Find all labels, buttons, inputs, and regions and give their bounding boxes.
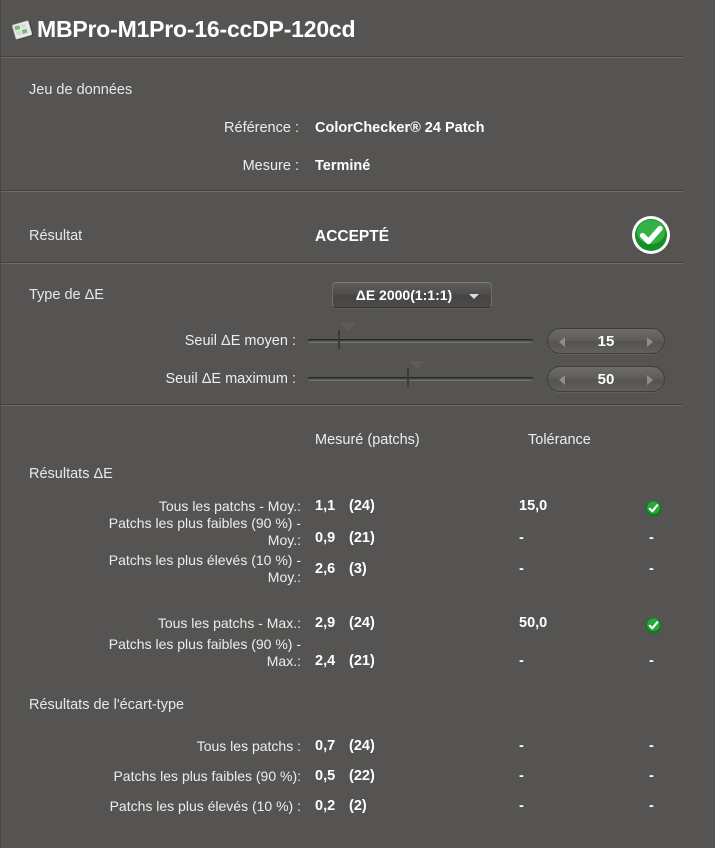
table-row-measured: 1,1 (24)	[315, 498, 375, 514]
mean-threshold-slider[interactable]	[308, 323, 533, 351]
table-row-label-line1: Patchs les plus faibles (90 %) -	[108, 636, 301, 652]
table-row-tolerance: -	[519, 768, 524, 784]
table-row-label-line1: Patchs les plus élevés (10 %) -	[108, 552, 301, 568]
table-row-measured: 2,4 (21)	[315, 653, 375, 669]
page-title: MBPro-M1Pro-16-ccDP-120cd	[37, 16, 356, 42]
table-row-status: -	[649, 798, 654, 814]
green-check-badge-icon	[630, 214, 672, 256]
table-row-label: Patchs les plus faibles (90 %):	[113, 768, 301, 784]
stepper-decrement-icon[interactable]	[559, 337, 565, 347]
table-row-label-line2: Moy.:	[267, 569, 301, 585]
max-threshold-slider[interactable]	[308, 361, 533, 389]
slider-thumb[interactable]	[407, 361, 425, 389]
measured-count: (21)	[349, 530, 375, 546]
table-row-measured: 2,9 (24)	[315, 615, 375, 631]
group-label-de: Résultats ΔE	[29, 466, 113, 482]
table-row-status: -	[649, 768, 654, 784]
max-threshold-value: 50	[597, 370, 615, 388]
measured-value: 2,6	[315, 561, 336, 577]
table-row-tolerance: -	[519, 738, 524, 754]
table-row-label: Tous les patchs - Max.:	[157, 615, 301, 631]
separator-result	[1, 262, 683, 264]
table-row-tolerance: -	[519, 798, 524, 814]
table-row-label: Patchs les plus élevés (10 %) - Moy.:	[21, 552, 301, 586]
measured-value: 2,4	[315, 653, 336, 669]
table-row-tolerance: -	[519, 530, 524, 546]
table-row-tolerance: -	[519, 561, 524, 577]
stepper-increment-icon[interactable]	[647, 375, 653, 385]
green-check-mini-icon	[645, 617, 662, 634]
slider-thumb[interactable]	[338, 323, 356, 351]
table-row-measured: 2,6 (3)	[315, 561, 367, 577]
result-value: ACCEPTÉ	[315, 228, 390, 245]
measured-count: (24)	[349, 615, 375, 631]
table-row-status: -	[649, 653, 654, 669]
table-row-label-line2: Moy.:	[267, 532, 301, 548]
table-row-label: Patchs les plus faibles (90 %) - Moy.:	[21, 515, 301, 549]
table-row-status: -	[649, 738, 654, 754]
result-label: Résultat	[29, 228, 83, 244]
measured-value: 0,2	[315, 798, 336, 814]
table-row-label: Tous les patchs :	[196, 738, 301, 754]
separator-settings	[1, 404, 683, 406]
table-row-label-line2: Max.:	[266, 653, 301, 669]
measured-count: (24)	[349, 738, 375, 754]
measure-value: Terminé	[315, 158, 371, 174]
measured-count: (3)	[349, 561, 367, 577]
measured-count: (2)	[349, 798, 367, 814]
column-header-tolerance: Tolérance	[528, 432, 591, 448]
measured-value: 0,5	[315, 768, 336, 784]
stepper-decrement-icon[interactable]	[559, 375, 565, 385]
mean-threshold-label: Seuil ΔE moyen :	[184, 333, 296, 349]
measured-count: (21)	[349, 653, 375, 669]
separator-dataset	[1, 190, 683, 192]
separator-title	[1, 56, 683, 58]
measured-value: 0,9	[315, 530, 336, 546]
table-row-label: Tous les patchs - Moy.:	[158, 498, 301, 514]
report-panel: MBPro-M1Pro-16-ccDP-120cd Jeu de données…	[0, 0, 715, 848]
green-check-mini-icon	[645, 500, 662, 517]
measured-value: 1,1	[315, 498, 336, 514]
table-row-tolerance: -	[519, 653, 524, 669]
titlebar: MBPro-M1Pro-16-ccDP-120cd	[1, 0, 715, 56]
reference-value: ColorChecker® 24 Patch	[315, 120, 485, 136]
table-row-status: -	[649, 530, 654, 546]
dataset-section-label: Jeu de données	[29, 82, 133, 98]
mean-threshold-value: 15	[597, 332, 615, 350]
de-type-dropdown[interactable]: ΔE 2000(1:1:1)	[332, 282, 492, 308]
measured-value: 0,7	[315, 738, 336, 754]
de-type-dropdown-value: ΔE 2000(1:1:1)	[355, 287, 453, 303]
document-measurement-icon	[11, 20, 36, 42]
measured-count: (22)	[349, 768, 375, 784]
table-row-status: -	[649, 561, 654, 577]
table-row-label: Patchs les plus élevés (10 %) :	[109, 798, 301, 814]
table-row-label: Patchs les plus faibles (90 %) - Max.:	[21, 636, 301, 670]
table-row-measured: 0,2 (2)	[315, 798, 367, 814]
max-threshold-stepper[interactable]: 50	[547, 366, 665, 392]
measured-count: (24)	[349, 498, 375, 514]
table-row-measured: 0,5 (22)	[315, 768, 375, 784]
measure-label: Mesure :	[242, 158, 299, 174]
table-row-tolerance: 50,0	[519, 615, 548, 631]
chevron-down-icon	[469, 294, 479, 299]
table-row-label-line1: Patchs les plus faibles (90 %) -	[108, 515, 301, 531]
group-label-stddev: Résultats de l'écart-type	[29, 697, 185, 713]
measured-value: 2,9	[315, 615, 336, 631]
max-threshold-label: Seuil ΔE maximum :	[165, 371, 296, 387]
table-row-measured: 0,9 (21)	[315, 530, 375, 546]
reference-label: Référence :	[224, 120, 299, 136]
table-row-tolerance: 15,0	[519, 498, 548, 514]
column-header-measured: Mesuré (patchs)	[315, 432, 420, 448]
de-type-label: Type de ΔE	[29, 287, 104, 303]
mean-threshold-stepper[interactable]: 15	[547, 328, 665, 354]
stepper-increment-icon[interactable]	[647, 337, 653, 347]
table-row-measured: 0,7 (24)	[315, 738, 375, 754]
